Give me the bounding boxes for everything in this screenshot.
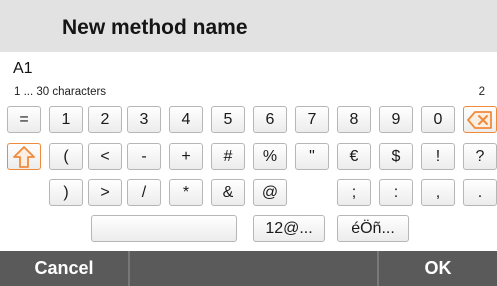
ok-button[interactable]: OK <box>379 251 497 286</box>
key-9[interactable]: 9 <box>379 106 413 133</box>
dialog-title: New method name <box>62 16 248 39</box>
key-open-paren[interactable]: ( <box>49 143 83 170</box>
numbers-symbols-key[interactable]: 12@... <box>253 215 325 242</box>
key-ampersand[interactable]: & <box>211 179 245 206</box>
key-asterisk[interactable]: * <box>169 179 203 206</box>
key-2[interactable]: 2 <box>88 106 122 133</box>
key-equals[interactable]: = <box>7 106 41 133</box>
key-greater-than[interactable]: > <box>88 179 122 206</box>
key-question[interactable]: ? <box>463 143 497 170</box>
key-at[interactable]: @ <box>253 179 287 206</box>
key-percent[interactable]: % <box>253 143 287 170</box>
key-quote[interactable]: " <box>295 143 329 170</box>
key-0[interactable]: 0 <box>421 106 455 133</box>
key-1[interactable]: 1 <box>49 106 83 133</box>
shift-arrow-icon <box>13 145 35 168</box>
key-close-paren[interactable]: ) <box>49 179 83 206</box>
key-less-than[interactable]: < <box>88 143 122 170</box>
key-slash[interactable]: / <box>127 179 161 206</box>
key-dollar[interactable]: $ <box>379 143 413 170</box>
backspace-key[interactable] <box>463 106 497 133</box>
key-4[interactable]: 4 <box>169 106 203 133</box>
key-hash[interactable]: # <box>211 143 245 170</box>
key-7[interactable]: 7 <box>295 106 329 133</box>
key-semicolon[interactable]: ; <box>337 179 371 206</box>
character-count: 2 <box>478 86 485 98</box>
space-key[interactable] <box>91 215 237 242</box>
dialog-footer: Cancel OK <box>0 251 497 286</box>
dialog-header: New method name <box>0 0 497 52</box>
key-colon[interactable]: : <box>379 179 413 206</box>
shift-key[interactable] <box>7 143 41 170</box>
footer-divider <box>128 251 130 286</box>
key-8[interactable]: 8 <box>337 106 371 133</box>
key-5[interactable]: 5 <box>211 106 245 133</box>
length-hint: 1 ... 30 characters <box>14 86 107 98</box>
cancel-button[interactable]: Cancel <box>0 251 128 286</box>
key-6[interactable]: 6 <box>253 106 287 133</box>
method-name-input[interactable]: A1 <box>13 60 33 78</box>
key-period[interactable]: . <box>463 179 497 206</box>
key-3[interactable]: 3 <box>127 106 161 133</box>
key-plus[interactable]: + <box>169 143 203 170</box>
accented-letters-key[interactable]: éÖñ... <box>337 215 409 242</box>
key-exclamation[interactable]: ! <box>421 143 455 170</box>
key-euro[interactable]: € <box>337 143 371 170</box>
key-minus[interactable]: - <box>127 143 161 170</box>
backspace-icon <box>467 110 492 129</box>
key-comma[interactable]: , <box>421 179 455 206</box>
